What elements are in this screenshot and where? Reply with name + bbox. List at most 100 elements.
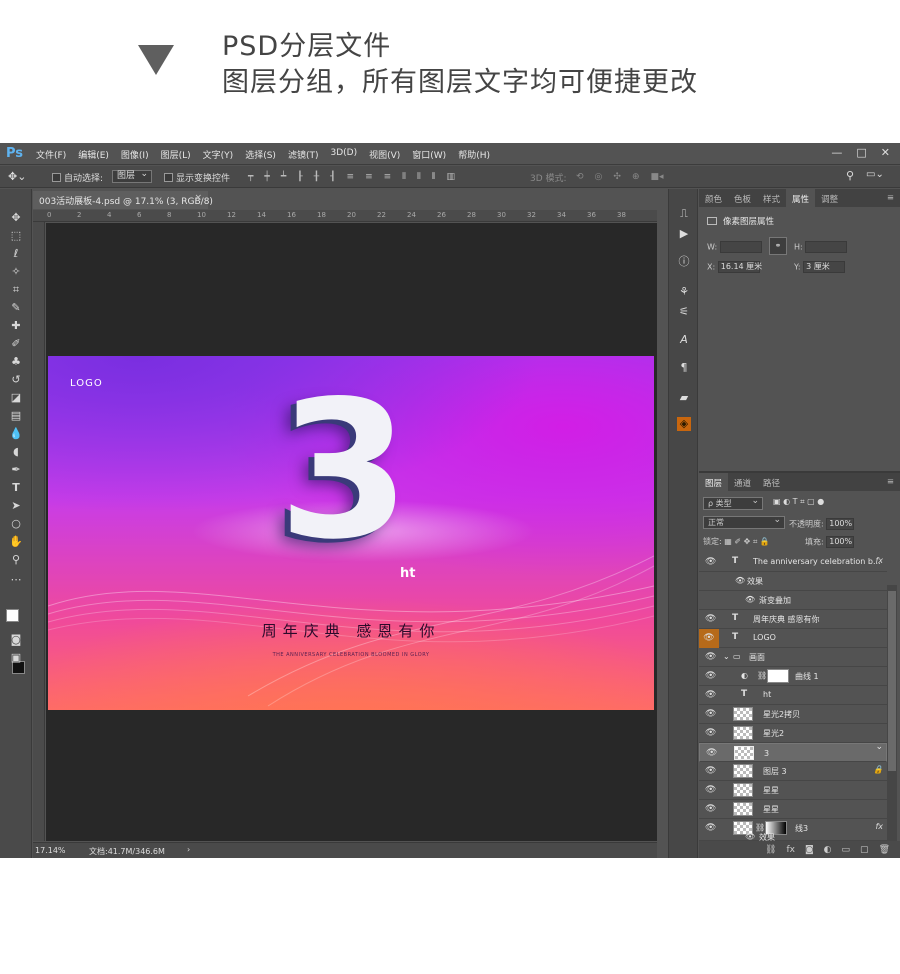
- minimize-button[interactable]: —: [831, 146, 842, 159]
- close-tab-icon[interactable]: ×: [194, 193, 202, 203]
- status-chevron-icon[interactable]: ›: [187, 845, 190, 854]
- 3d-pan-icon[interactable]: ✣: [613, 172, 621, 182]
- layers-scroll-thumb[interactable]: [888, 591, 896, 771]
- panel-menu-icon[interactable]: ≡: [881, 189, 900, 207]
- distribute-right-icon[interactable]: ⫴: [432, 172, 436, 182]
- zoom-level[interactable]: 17.14%: [35, 846, 66, 855]
- hand-tool-icon[interactable]: ✋: [9, 535, 23, 549]
- layer-row[interactable]: 👁 星星: [699, 781, 887, 800]
- visibility-eye-icon[interactable]: 👁: [705, 804, 716, 814]
- visibility-eye-icon[interactable]: 👁: [705, 823, 716, 833]
- show-transform-option[interactable]: 显示变换控件: [164, 171, 230, 184]
- width-field[interactable]: W:: [707, 241, 762, 253]
- workspace-icon[interactable]: ▭⌄: [866, 169, 884, 180]
- visibility-eye-icon[interactable]: 👁: [705, 709, 716, 719]
- layer-filter-value[interactable]: ρ 类型: [703, 496, 763, 510]
- artwork-canvas[interactable]: LOGO 3 ht 周年庆典 感恩有你 THE ANNIVERSARY CELE…: [48, 356, 654, 710]
- shape-tool-icon[interactable]: ○: [9, 517, 23, 531]
- y-input[interactable]: 3 厘米: [803, 261, 846, 273]
- fx-icon[interactable]: fx: [786, 845, 795, 858]
- layer-filter-dropdown[interactable]: ρ 类型: [703, 496, 763, 510]
- distribute-bottom-icon[interactable]: ≡: [384, 172, 392, 182]
- chevron-down-icon[interactable]: ⌄: [723, 652, 730, 661]
- visibility-eye-icon[interactable]: 👁: [706, 748, 717, 759]
- actions-play-icon[interactable]: ▶: [677, 227, 691, 241]
- layer-group-row[interactable]: 👁 ⌄ ▭ 画面: [699, 648, 887, 667]
- screen-mode-icon[interactable]: ▣: [9, 651, 23, 665]
- visibility-eye-icon[interactable]: 👁: [705, 728, 716, 738]
- 3d-roll-icon[interactable]: ◎: [595, 172, 603, 182]
- lock-artboard-icon[interactable]: ⌗: [753, 537, 758, 546]
- distribute-top-icon[interactable]: ≡: [347, 172, 355, 182]
- menu-edit[interactable]: 编辑(E): [78, 148, 109, 161]
- tab-adjustments[interactable]: 调整: [815, 189, 844, 207]
- stamp-tool-icon[interactable]: ♣: [9, 355, 23, 369]
- lock-paint-icon[interactable]: ✐: [734, 537, 741, 546]
- foreground-color-swatch[interactable]: [6, 609, 19, 622]
- libraries-icon[interactable]: ▰: [677, 391, 691, 405]
- zoom-tool-icon[interactable]: ⚲: [9, 553, 23, 567]
- type-tool-icon[interactable]: T: [9, 481, 23, 495]
- width-input[interactable]: [719, 241, 762, 253]
- layer-row[interactable]: 👁 ⛓ 线3 fx 👁 效果: [699, 819, 887, 842]
- maximize-button[interactable]: □: [856, 146, 866, 159]
- layer-effect-row[interactable]: 👁 渐变叠加: [699, 591, 887, 610]
- lasso-tool-icon[interactable]: ℓ: [9, 247, 23, 261]
- quick-mask-icon[interactable]: ◙: [9, 633, 23, 647]
- layer-row[interactable]: 👁 T The anniversary celebration b... fx: [699, 553, 887, 572]
- layer-row[interactable]: 👁 图层 3 🔒: [699, 762, 887, 781]
- layer-row[interactable]: 👁 T LOGO: [699, 629, 887, 648]
- tab-paths[interactable]: 路径: [757, 473, 786, 491]
- filter-pixel-icon[interactable]: ▣: [773, 497, 781, 506]
- menu-window[interactable]: 窗口(W): [412, 148, 446, 161]
- filter-adjust-icon[interactable]: ◐: [783, 497, 790, 506]
- visibility-eye-icon[interactable]: 👁: [705, 671, 716, 681]
- distribute-hcenter-icon[interactable]: ⫴: [417, 172, 421, 182]
- lock-all-icon[interactable]: 🔒: [760, 537, 770, 546]
- opacity-input[interactable]: 100%: [826, 518, 855, 530]
- move-tool-icon[interactable]: ✥: [9, 211, 23, 225]
- magic-wand-tool-icon[interactable]: ✧: [9, 265, 23, 279]
- paragraph-icon[interactable]: ¶: [677, 361, 691, 375]
- eyedropper-tool-icon[interactable]: ✎: [9, 301, 23, 315]
- height-field[interactable]: H:: [794, 241, 848, 253]
- fill-input[interactable]: 100%: [826, 536, 855, 548]
- layers-scrollbar[interactable]: [887, 585, 897, 845]
- tab-swatches[interactable]: 色板: [728, 189, 757, 207]
- menu-layer[interactable]: 图层(L): [161, 148, 191, 161]
- menu-3d[interactable]: 3D(D): [330, 148, 357, 161]
- menu-select[interactable]: 选择(S): [245, 148, 276, 161]
- history-icon[interactable]: ⎍: [677, 207, 691, 221]
- marquee-tool-icon[interactable]: ⬚: [9, 229, 23, 243]
- tab-layers[interactable]: 图层: [699, 473, 729, 491]
- auto-select-dropdown[interactable]: 图层: [112, 169, 153, 183]
- y-field[interactable]: Y: 3 厘米: [794, 261, 846, 273]
- filter-shape-icon[interactable]: ⌗: [800, 497, 805, 506]
- menu-image[interactable]: 图像(I): [121, 148, 149, 161]
- visibility-eye-icon[interactable]: 👁: [705, 690, 716, 700]
- layer-row-selected[interactable]: 👁 3: [699, 742, 887, 762]
- filter-smart-icon[interactable]: ▢: [807, 497, 815, 506]
- layer-row[interactable]: 👁 T 周年庆典 感恩有你: [699, 610, 887, 629]
- close-button[interactable]: ✕: [881, 146, 890, 159]
- align-top-icon[interactable]: ┯: [248, 172, 253, 182]
- align-bottom-icon[interactable]: ┷: [281, 172, 286, 182]
- layers-menu-icon[interactable]: ≡: [881, 473, 900, 491]
- canvas-area[interactable]: LOGO 3 ht 周年庆典 感恩有你 THE ANNIVERSARY CELE…: [46, 223, 657, 841]
- align-right-icon[interactable]: ┨: [330, 172, 335, 182]
- mask-icon[interactable]: ◙: [805, 845, 814, 858]
- opacity-field[interactable]: 不透明度: 100%: [789, 518, 855, 530]
- visibility-eye-icon[interactable]: 👁: [705, 652, 716, 662]
- x-field[interactable]: X: 16.14 厘米: [707, 261, 762, 273]
- menu-type[interactable]: 文字(Y): [203, 148, 234, 161]
- crop-tool-icon[interactable]: ⌗: [9, 283, 23, 297]
- fx-icon[interactable]: fx: [875, 822, 883, 831]
- align-hcenter-icon[interactable]: ╂: [314, 172, 319, 182]
- visibility-eye-icon[interactable]: 👁: [705, 614, 716, 624]
- blend-mode-dropdown[interactable]: 正常: [703, 515, 785, 529]
- menu-file[interactable]: 文件(F): [36, 148, 66, 161]
- brush-tool-icon[interactable]: ✐: [9, 337, 23, 351]
- path-select-icon[interactable]: ➤: [9, 499, 23, 513]
- document-tab[interactable]: 003活动展板-4.psd @ 17.1% (3, RGB/8) ×: [33, 191, 213, 209]
- eraser-tool-icon[interactable]: ◪: [9, 391, 23, 405]
